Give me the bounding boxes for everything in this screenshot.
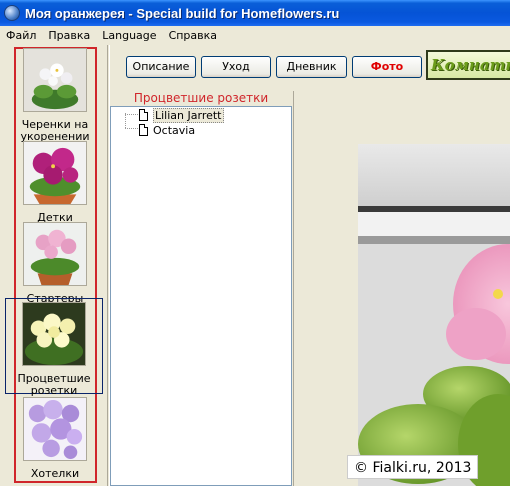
tree-connector — [125, 128, 138, 129]
photo-copyright: © Fialki.ru, 2013 — [347, 455, 479, 479]
tree-header: Процветшие розетки — [133, 91, 269, 105]
diary-tab-button[interactable]: Дневник — [276, 56, 347, 78]
app-globe-icon[interactable] — [4, 5, 20, 21]
violet-wishlist-thumb — [23, 397, 87, 461]
tree-connector — [125, 113, 126, 128]
category-blooming-rosettes[interactable]: Процветшие розетки — [5, 298, 103, 397]
banner-text: Комнатные — [431, 56, 510, 74]
menu-edit[interactable]: Правка — [42, 29, 96, 42]
menu-bar: Файл Правка Language Справка — [0, 26, 510, 45]
category-wishlist[interactable]: Хотелки — [9, 397, 101, 480]
violet-plantlet-thumb — [23, 141, 87, 205]
plant-tree: Lilian Jarrett Octavia — [110, 106, 292, 486]
category-panel: Черенки на укоренении Детки Стартеры Про… — [0, 45, 108, 486]
photo-tab-button[interactable]: Фото — [352, 56, 422, 78]
document-icon — [139, 124, 148, 136]
tree-item-lilian-jarrett[interactable]: Lilian Jarrett — [139, 107, 224, 123]
description-tab-button[interactable]: Описание — [126, 56, 196, 78]
violet-starter-thumb — [23, 222, 87, 286]
care-tab-button[interactable]: Уход — [201, 56, 271, 78]
document-icon — [139, 109, 148, 121]
category-label: Хотелки — [30, 467, 80, 480]
violet-blooming-rosette-thumb — [22, 302, 86, 366]
photo-panel — [293, 91, 510, 486]
tree-connector — [125, 114, 138, 115]
violet-cuttings-thumb — [23, 48, 87, 112]
tree-item-octavia[interactable]: Octavia — [139, 123, 195, 137]
tree-item-label: Lilian Jarrett — [153, 107, 224, 123]
window-title: Моя оранжерея - Special build for Homefl… — [25, 5, 340, 21]
category-label: Черенки на укоренении — [20, 118, 90, 143]
menu-language[interactable]: Language — [96, 29, 162, 42]
menu-file[interactable]: Файл — [0, 29, 42, 42]
menu-help[interactable]: Справка — [163, 29, 223, 42]
category-cuttings[interactable]: Черенки на укоренении — [9, 48, 101, 143]
toolbar: Описание Уход Дневник Фото Комнатные — [110, 45, 510, 90]
category-label: Процветшие розетки — [17, 372, 91, 397]
tree-item-label: Octavia — [153, 123, 196, 137]
category-starters[interactable]: Стартеры — [9, 222, 101, 305]
category-plantlets[interactable]: Детки — [9, 141, 101, 224]
violet-photo[interactable] — [358, 144, 510, 486]
title-bar[interactable]: Моя оранжерея - Special build for Homefl… — [0, 0, 510, 26]
site-banner-logo[interactable]: Комнатные — [426, 50, 510, 80]
